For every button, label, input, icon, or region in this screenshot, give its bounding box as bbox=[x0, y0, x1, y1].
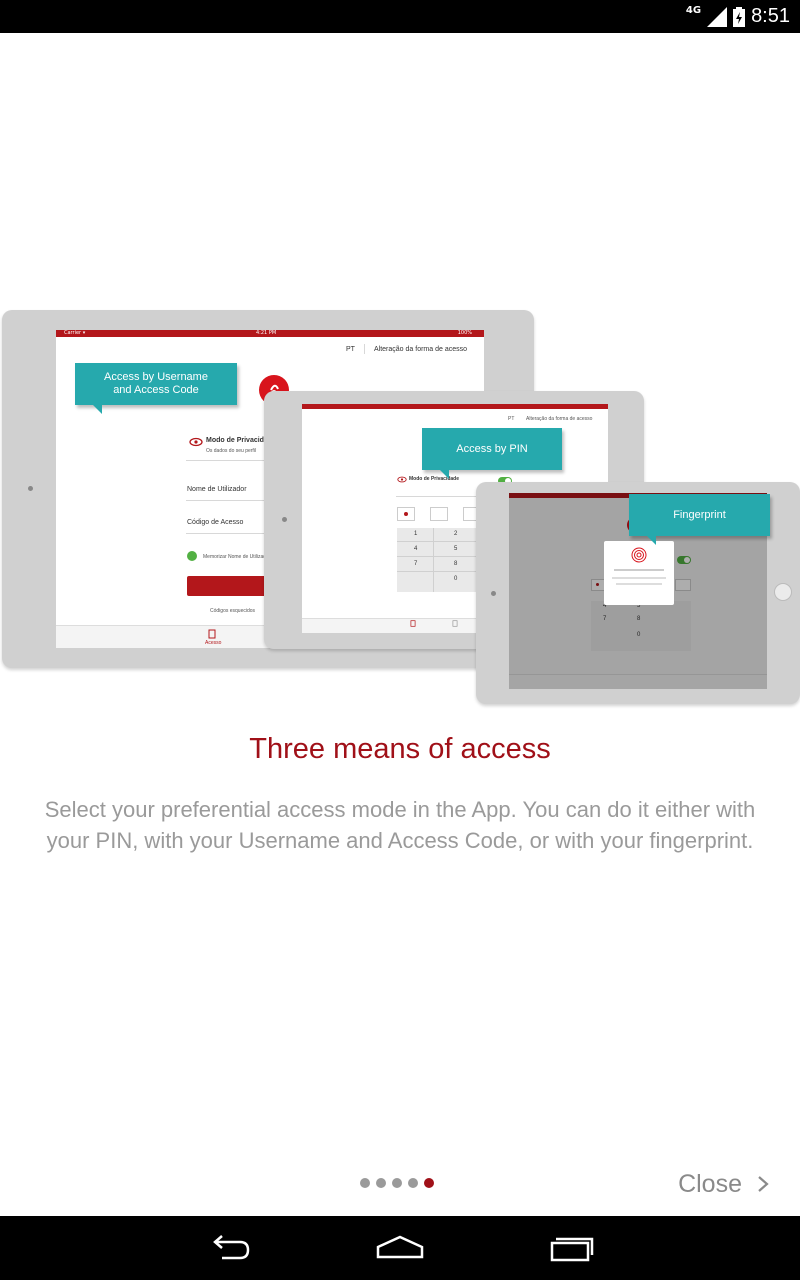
signal-icon bbox=[707, 6, 728, 27]
pager-indicator bbox=[360, 1178, 434, 1188]
ios-status-bar: Carrier ▾ 4:21 PM 100% bbox=[56, 330, 484, 337]
tablet-camera bbox=[491, 591, 496, 596]
chevron-right-icon bbox=[758, 1176, 769, 1192]
back-icon bbox=[213, 1235, 250, 1260]
fingerprint-icon bbox=[631, 547, 647, 563]
login-icon bbox=[208, 629, 216, 639]
pager-dot bbox=[376, 1178, 386, 1188]
recents-button[interactable] bbox=[540, 1230, 600, 1266]
recents-icon bbox=[550, 1237, 594, 1262]
pager-dot-active bbox=[424, 1178, 434, 1188]
home-button[interactable] bbox=[370, 1230, 430, 1266]
checkbox-icon bbox=[187, 551, 197, 561]
close-button[interactable]: Close bbox=[678, 1166, 770, 1202]
ios-status-bar bbox=[302, 404, 608, 409]
callout-pin: Access by PIN bbox=[422, 428, 562, 479]
eye-icon bbox=[189, 437, 203, 447]
tablet-camera bbox=[28, 486, 33, 491]
eye-icon bbox=[397, 476, 407, 483]
home-icon bbox=[376, 1235, 424, 1259]
page-description: Select your preferential access mode in … bbox=[44, 797, 756, 853]
navigation-bar bbox=[0, 1216, 800, 1280]
status-bar: 4G 8:51 bbox=[0, 0, 800, 33]
phone-icon bbox=[452, 620, 458, 627]
pager-dot bbox=[408, 1178, 418, 1188]
access-modes-illustration: Carrier ▾ 4:21 PM 100% PT Alteração da for… bbox=[0, 300, 800, 720]
pager-dot bbox=[392, 1178, 402, 1188]
login-icon bbox=[410, 620, 416, 627]
pager-dot bbox=[360, 1178, 370, 1188]
close-label: Close bbox=[678, 1169, 742, 1198]
page-title: Three means of access bbox=[249, 733, 551, 765]
clock: 8:51 bbox=[751, 5, 790, 27]
tablet-camera bbox=[282, 517, 287, 522]
callout-fingerprint: Fingerprint bbox=[629, 494, 770, 545]
network-type: 4G bbox=[685, 5, 702, 16]
fingerprint-dialog-graphic bbox=[604, 541, 674, 605]
back-button[interactable] bbox=[200, 1230, 260, 1266]
callout-username: Access by Username and Access Code bbox=[75, 363, 237, 414]
battery-icon bbox=[733, 6, 746, 27]
tablet-home-button bbox=[774, 583, 792, 601]
